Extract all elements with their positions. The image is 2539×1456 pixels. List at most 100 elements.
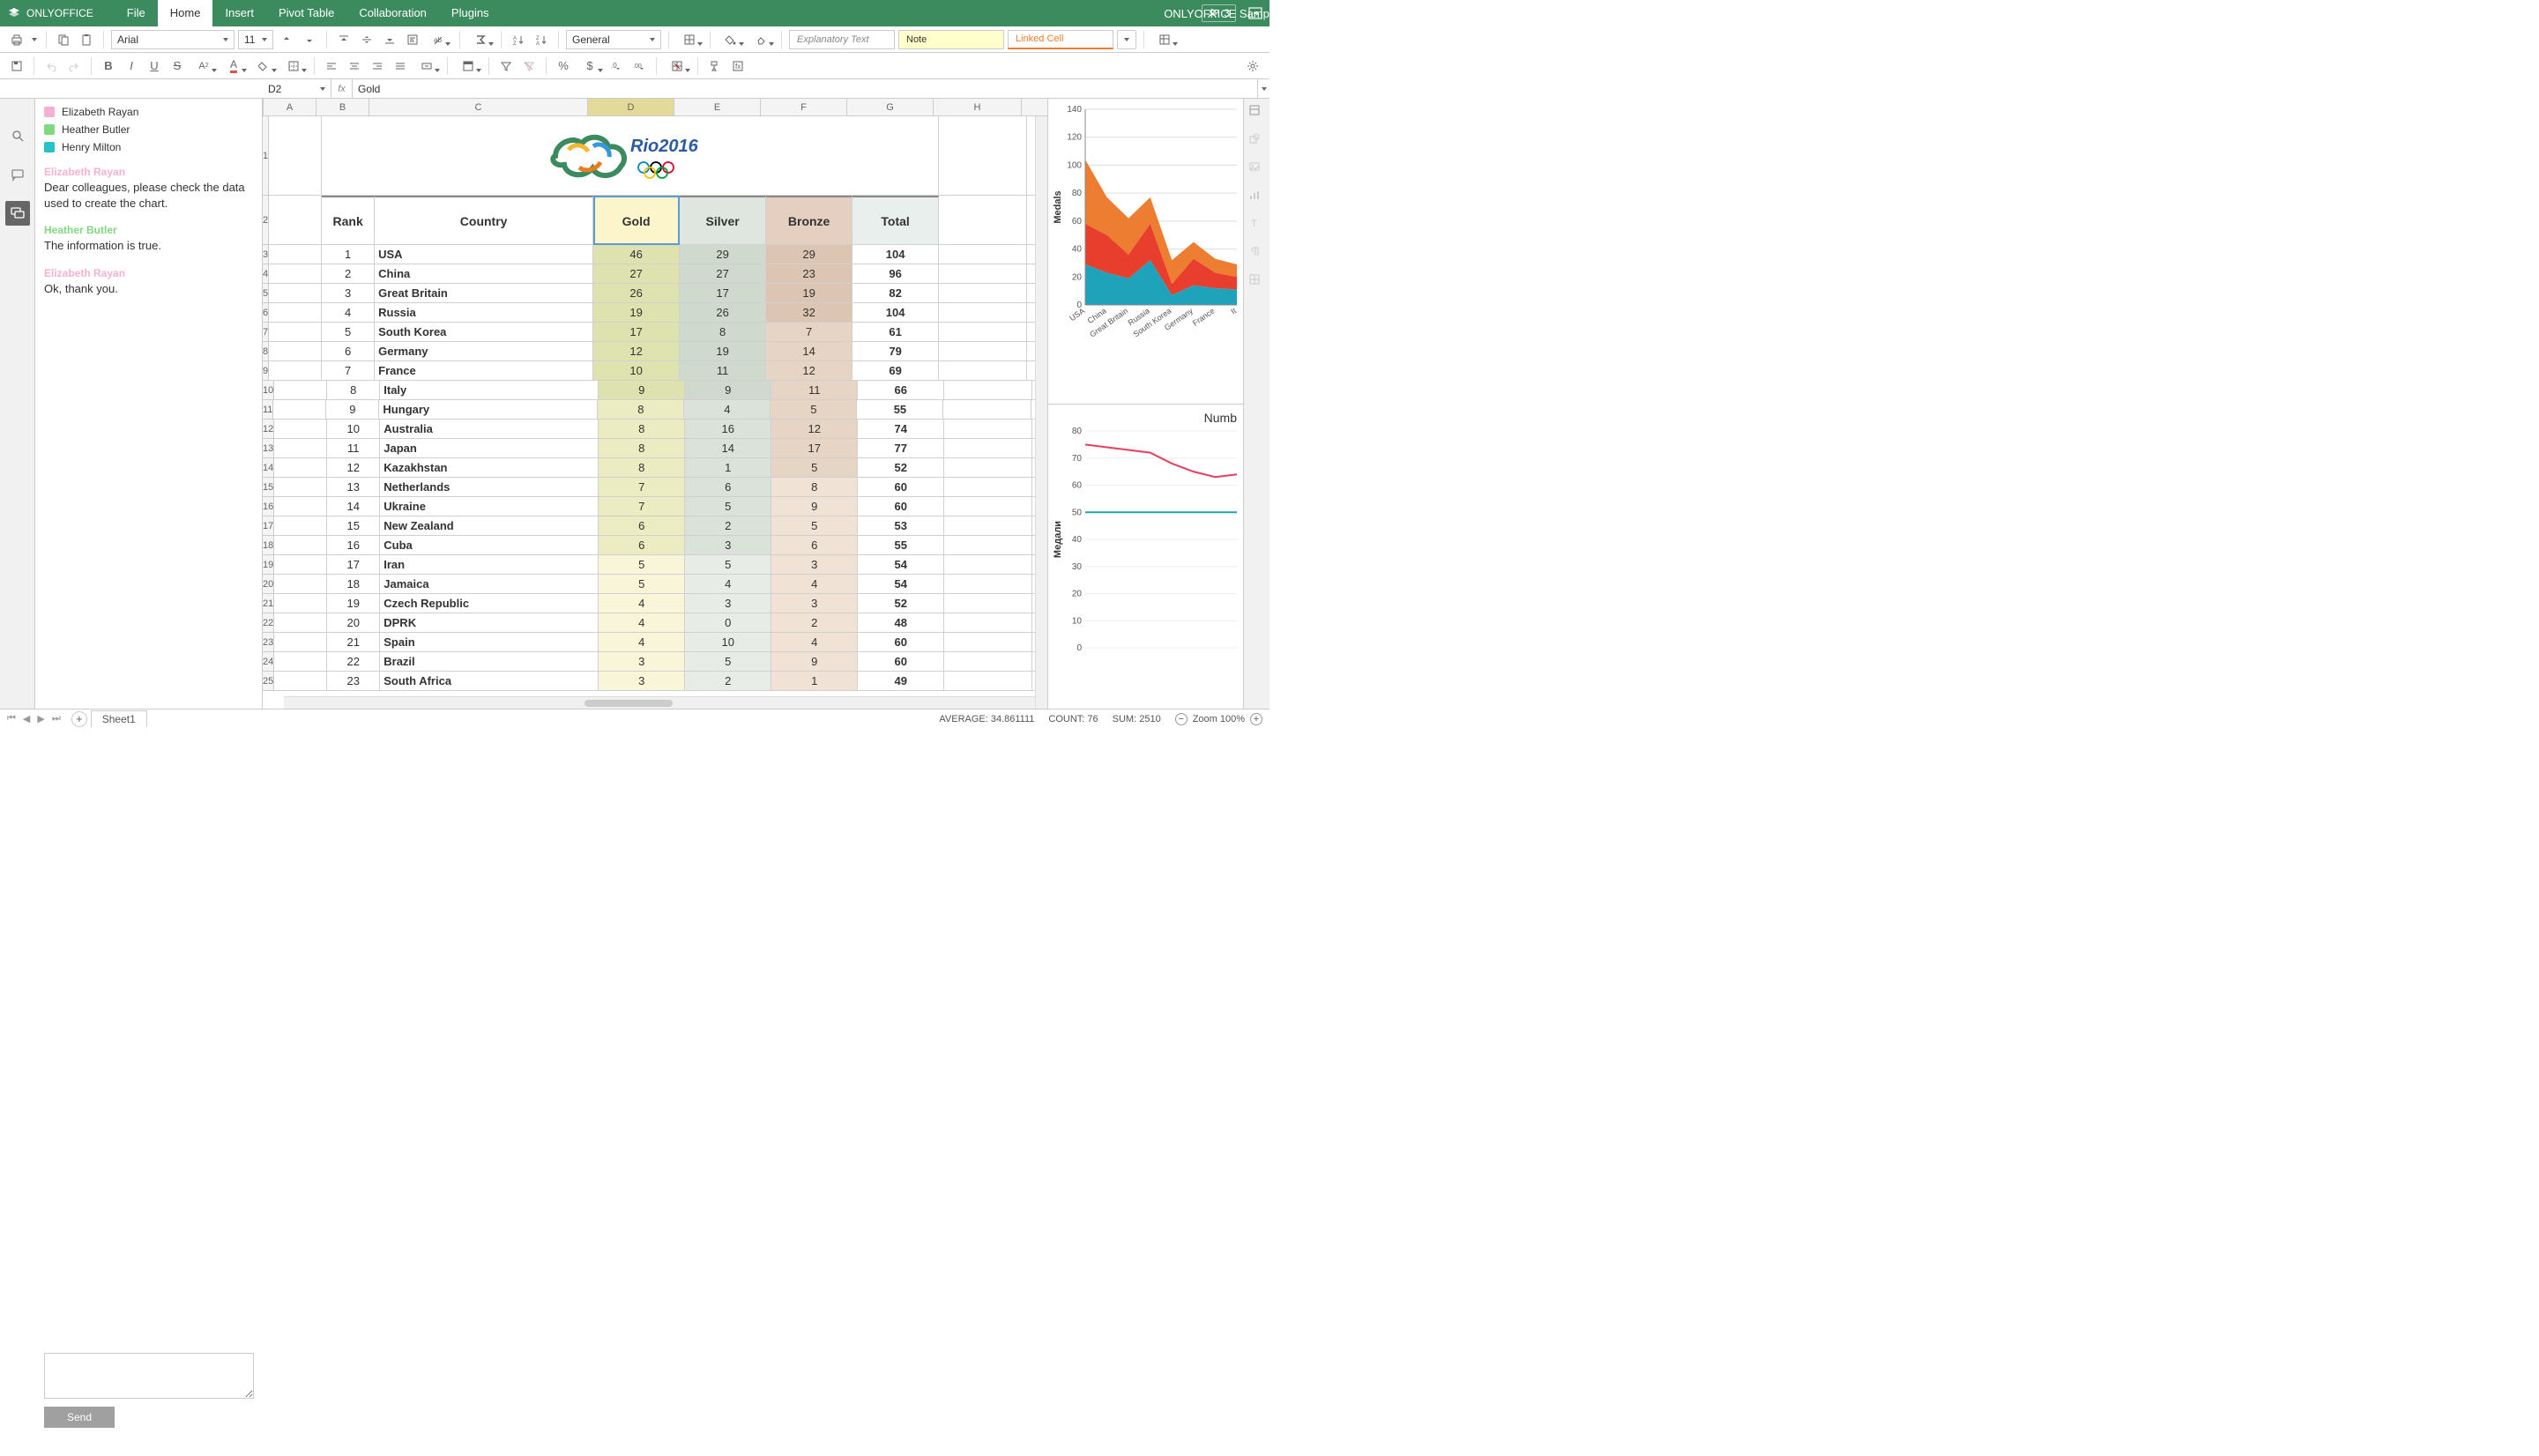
- align-middle-icon[interactable]: [357, 30, 376, 49]
- row-header[interactable]: 14: [263, 458, 274, 478]
- cell[interactable]: 3: [771, 594, 858, 613]
- row-header[interactable]: 22: [263, 613, 274, 633]
- cell[interactable]: Rio2016: [322, 116, 939, 196]
- cell[interactable]: 13: [327, 478, 380, 497]
- cell[interactable]: 27: [680, 264, 766, 284]
- cell[interactable]: Kazakhstan: [380, 458, 599, 478]
- cell[interactable]: 12: [771, 420, 858, 439]
- cell[interactable]: [274, 652, 327, 672]
- cell[interactable]: 46: [593, 245, 680, 264]
- cell[interactable]: 2: [322, 264, 375, 284]
- col-header-G[interactable]: G: [847, 99, 934, 115]
- cell[interactable]: 18: [327, 575, 380, 594]
- cell[interactable]: 60: [858, 497, 944, 516]
- cell[interactable]: [269, 284, 322, 303]
- cell[interactable]: 10: [685, 633, 771, 652]
- cell[interactable]: [273, 400, 326, 420]
- cell[interactable]: 17: [593, 323, 680, 342]
- cell[interactable]: Czech Republic: [380, 594, 599, 613]
- strikethrough-icon[interactable]: S: [168, 56, 187, 76]
- text-settings-icon[interactable]: T: [1248, 217, 1266, 234]
- cell[interactable]: 49: [858, 672, 944, 691]
- undo-icon[interactable]: [41, 56, 61, 76]
- row-header[interactable]: 17: [263, 516, 274, 536]
- row-header[interactable]: 19: [263, 555, 274, 575]
- cell[interactable]: 19: [593, 303, 680, 323]
- sort-asc-icon[interactable]: AZ: [509, 30, 528, 49]
- cell[interactable]: Bronze: [766, 196, 853, 245]
- fill-color-dropdown[interactable]: [250, 56, 277, 76]
- cell[interactable]: 32: [766, 303, 853, 323]
- cell[interactable]: 54: [858, 575, 944, 594]
- cell[interactable]: 4: [599, 613, 685, 633]
- sheet-last-icon[interactable]: ⏭: [52, 713, 61, 724]
- cell[interactable]: Jamaica: [380, 575, 599, 594]
- cell[interactable]: 19: [680, 342, 766, 361]
- cell[interactable]: [939, 264, 1027, 284]
- cell[interactable]: South Korea: [375, 323, 593, 342]
- cell[interactable]: 27: [593, 264, 680, 284]
- cell[interactable]: 54: [858, 555, 944, 575]
- menu-insert[interactable]: Insert: [212, 0, 266, 26]
- cell[interactable]: 79: [853, 342, 939, 361]
- copy-icon[interactable]: [54, 30, 73, 49]
- cell[interactable]: 69: [853, 361, 939, 381]
- delete-cells-dropdown[interactable]: [664, 56, 690, 76]
- cell[interactable]: 2: [685, 672, 771, 691]
- cell[interactable]: [269, 245, 322, 264]
- sum-dropdown[interactable]: [467, 30, 494, 49]
- row-header[interactable]: 12: [263, 420, 274, 439]
- col-header-H[interactable]: H: [934, 99, 1022, 115]
- cell[interactable]: 4: [771, 575, 858, 594]
- menu-plugins[interactable]: Plugins: [439, 0, 502, 26]
- paragraph-settings-icon[interactable]: [1248, 245, 1266, 263]
- cell[interactable]: [269, 116, 322, 196]
- cell[interactable]: 21: [327, 633, 380, 652]
- cell[interactable]: 9: [599, 381, 685, 400]
- cell[interactable]: 9: [771, 652, 858, 672]
- vertical-scrollbar[interactable]: [1035, 116, 1047, 709]
- decrease-font-icon[interactable]: [300, 30, 319, 49]
- cell[interactable]: 60: [858, 478, 944, 497]
- cell[interactable]: Rank: [322, 196, 375, 245]
- style-note[interactable]: Note: [898, 30, 1004, 49]
- subscript-dropdown[interactable]: A2: [190, 56, 217, 76]
- cell[interactable]: South Africa: [380, 672, 599, 691]
- font-color-dropdown[interactable]: A: [220, 56, 247, 76]
- underline-icon[interactable]: U: [145, 56, 164, 76]
- col-header-F[interactable]: F: [761, 99, 847, 115]
- print-dropdown[interactable]: [30, 30, 39, 49]
- cell[interactable]: 12: [593, 342, 680, 361]
- cell[interactable]: 52: [858, 458, 944, 478]
- cell[interactable]: 4: [599, 594, 685, 613]
- col-header-I[interactable]: I: [1022, 99, 1047, 115]
- cell[interactable]: [944, 458, 1032, 478]
- cell[interactable]: [274, 672, 327, 691]
- cell[interactable]: Total: [853, 196, 939, 245]
- cell[interactable]: 17: [771, 439, 858, 458]
- cell[interactable]: 104: [853, 303, 939, 323]
- cell[interactable]: 11: [327, 439, 380, 458]
- cell-settings-icon[interactable]: [1248, 104, 1266, 122]
- menu-pivot-table[interactable]: Pivot Table: [266, 0, 346, 26]
- row-header[interactable]: 7: [263, 323, 269, 342]
- cell[interactable]: 23: [327, 672, 380, 691]
- line-chart[interactable]: Numb01020304050607080Медали: [1048, 405, 1243, 709]
- cell[interactable]: 20: [327, 613, 380, 633]
- borders-dropdown[interactable]: [280, 56, 307, 76]
- align-justify-icon[interactable]: [391, 56, 410, 76]
- cell[interactable]: 5: [771, 458, 858, 478]
- cell[interactable]: [274, 536, 327, 555]
- sort-desc-icon[interactable]: ZA: [532, 30, 551, 49]
- cell[interactable]: 60: [858, 633, 944, 652]
- cell[interactable]: Russia: [375, 303, 593, 323]
- row-header[interactable]: 4: [263, 264, 269, 284]
- cell[interactable]: 74: [858, 420, 944, 439]
- cell[interactable]: 22: [327, 652, 380, 672]
- cell[interactable]: 3: [322, 284, 375, 303]
- row-header[interactable]: 20: [263, 575, 274, 594]
- align-left-icon[interactable]: [322, 56, 341, 76]
- cell[interactable]: 26: [593, 284, 680, 303]
- styles-expand[interactable]: [1117, 30, 1136, 49]
- insert-function-button[interactable]: fx: [331, 79, 353, 98]
